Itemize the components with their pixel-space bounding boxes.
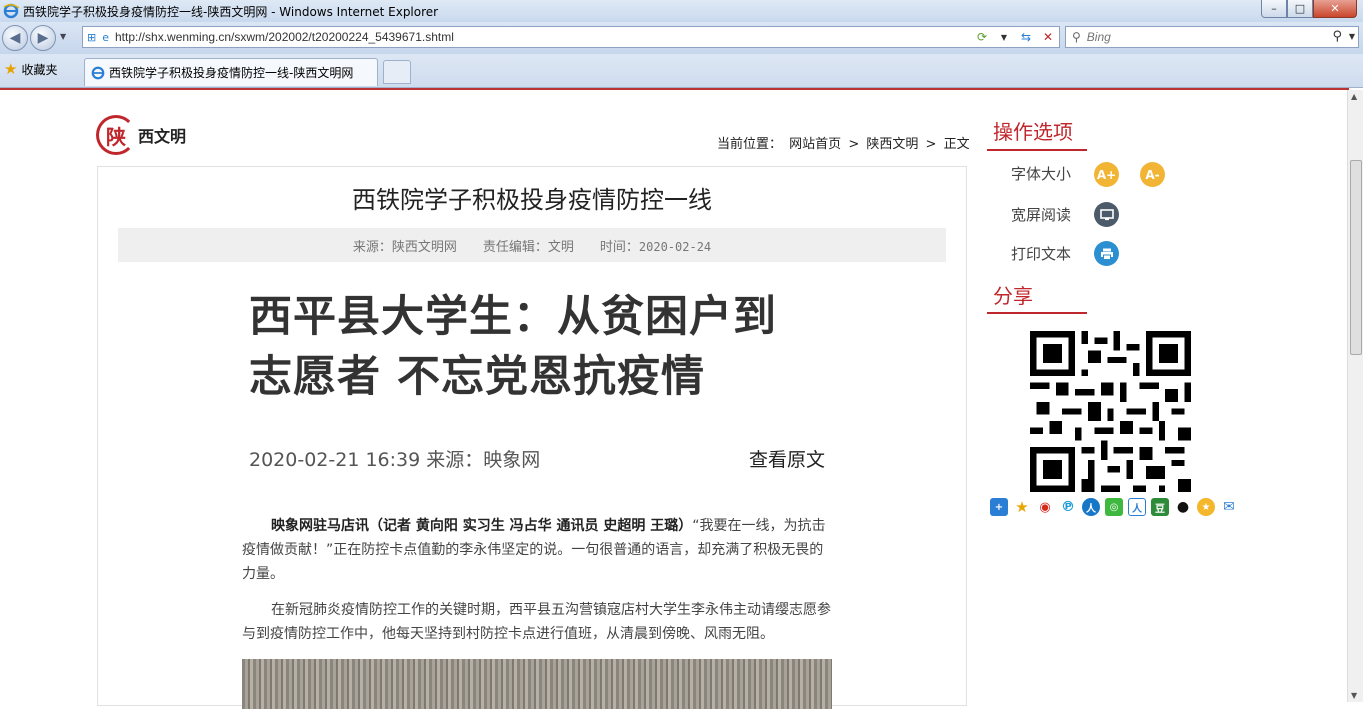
tab-active[interactable]: 西铁院学子积极投身疫情防控一线-陕西文明网 <box>84 58 378 86</box>
scroll-thumb[interactable] <box>1350 160 1362 355</box>
logo-text: 西文明 <box>138 127 187 146</box>
search-box[interactable]: ⚲ ⚲ ▼ <box>1065 26 1359 48</box>
printer-icon[interactable] <box>1094 241 1119 266</box>
pinterest-icon[interactable]: ℗ <box>1059 498 1077 516</box>
maximize-button[interactable]: □ <box>1287 0 1313 18</box>
breadcrumb-separator: > <box>848 137 860 152</box>
breadcrumb-separator: > <box>925 137 937 152</box>
article-time-value: 2020-02-24 <box>638 239 712 254</box>
favorites-star-icon: ★ <box>4 60 18 78</box>
history-dropdown-icon[interactable]: ▼ <box>60 32 66 41</box>
compat-icon[interactable]: ⟳ <box>971 27 993 47</box>
favorite-star-icon[interactable]: ★ <box>1013 498 1031 516</box>
font-decrease-button[interactable]: A- <box>1140 162 1165 187</box>
ie-logo-icon <box>3 3 19 19</box>
article-editor: 责任编辑：文明 <box>482 239 574 255</box>
share-underline <box>987 312 1087 314</box>
breadcrumb: 当前位置： 网站首页 > 陕西文明 > 正文 <box>717 133 973 152</box>
print-label[interactable]: 打印文本 <box>1011 243 1071 264</box>
favorites-label: 收藏夹 <box>21 62 58 77</box>
article-time-label: 时间： <box>599 239 639 255</box>
close-window-button[interactable]: ✕ <box>1313 0 1357 18</box>
favorites-button[interactable]: ★ 收藏夹 <box>4 60 57 78</box>
article-title: 西铁院学子积极投身疫情防控一线 <box>352 186 712 214</box>
url-text[interactable]: http://shx.wenming.cn/sxwm/202002/t20200… <box>115 30 454 44</box>
page-top-divider <box>0 88 1349 90</box>
back-arrow-icon: ◀ <box>9 30 21 46</box>
paragraph-byline: 映象网驻马店讯（记者 黄向阳 实习生 冯占华 通讯员 史超明 王璐） <box>271 518 693 534</box>
breadcrumb-prefix: 当前位置： <box>717 137 783 152</box>
back-button[interactable]: ◀ <box>2 25 28 51</box>
qq-icon[interactable]: ● <box>1174 498 1192 516</box>
email-icon[interactable]: ✉ <box>1220 498 1238 516</box>
qr-code-icon <box>1030 331 1191 492</box>
tab-ie-icon <box>91 66 105 79</box>
embedded-date-source: 2020-02-21 16:39 来源：映象网 <box>249 449 541 471</box>
wide-read-label[interactable]: 宽屏阅读 <box>1011 204 1071 225</box>
renren-icon[interactable]: 人 <box>1128 498 1146 516</box>
tab-title: 西铁院学子积极投身疫情防控一线-陕西文明网 <box>109 66 354 80</box>
embedded-headline: 西平县大学生：从贫困户到 志愿者 不忘党恩抗疫情 <box>249 287 849 407</box>
qzone-icon[interactable]: ★ <box>1197 498 1215 516</box>
plus-share-icon[interactable]: + <box>990 498 1008 516</box>
article-source: 来源：陕西文明网 <box>352 239 457 255</box>
tab-bar: ★ 收藏夹 西铁院学子积极投身疫情防控一线-陕西文明网 <box>0 54 1363 88</box>
article-paragraph-2: 在新冠肺炎疫情防控工作的关键时期，西平县五沟营镇寇店村大学生李永伟主动请缨志愿参… <box>242 602 831 642</box>
forward-button[interactable]: ▶ <box>30 25 56 51</box>
share-icons: + ★ ◉ ℗ 人 ◎ 人 豆 ● ★ ✉ <box>990 498 1243 516</box>
share-heading: 分享 <box>993 284 1033 308</box>
wechat-icon[interactable]: ◎ <box>1105 498 1123 516</box>
vertical-scrollbar[interactable]: ▲ ▼ <box>1347 90 1363 702</box>
scroll-down-icon[interactable]: ▼ <box>1351 691 1357 700</box>
breadcrumb-current: 正文 <box>943 137 970 152</box>
article-meta: 来源：陕西文明网 责任编辑：文明 时间：2020-02-24 <box>118 228 946 262</box>
breadcrumb-section-link[interactable]: 陕西文明 <box>866 137 918 152</box>
search-dropdown-icon[interactable]: ▼ <box>1349 32 1355 41</box>
zhihu-icon[interactable]: 人 <box>1082 498 1100 516</box>
logo-seal: 陕 <box>96 115 136 155</box>
forward-arrow-icon: ▶ <box>37 30 49 46</box>
compat-view-icon[interactable]: ⊞ <box>87 31 96 44</box>
options-underline <box>987 149 1087 151</box>
article-time: 时间：2020-02-24 <box>600 236 711 255</box>
font-size-label: 字体大小 <box>1011 165 1072 183</box>
breadcrumb-home-link[interactable]: 网站首页 <box>789 137 841 152</box>
page-ie-icon: e <box>102 30 109 44</box>
douban-icon[interactable]: 豆 <box>1151 498 1169 516</box>
minimize-button[interactable]: – <box>1261 0 1287 18</box>
options-heading: 操作选项 <box>993 120 1073 144</box>
search-input[interactable] <box>1084 29 1315 45</box>
address-dropdown-icon[interactable]: ▼ <box>993 27 1015 47</box>
site-logo[interactable]: 陕 西文明 <box>96 115 186 155</box>
headline-line-1: 西平县大学生：从贫困户到 <box>249 292 777 342</box>
stop-icon[interactable]: ✕ <box>1037 27 1059 47</box>
headline-line-2: 志愿者 不忘党恩抗疫情 <box>249 352 705 402</box>
monitor-icon[interactable] <box>1094 202 1119 227</box>
article-paragraph-1: 映象网驻马店讯（记者 黄向阳 实习生 冯占华 通讯员 史超明 王璐）“我要在一线… <box>242 514 832 586</box>
scroll-up-icon[interactable]: ▲ <box>1351 92 1357 101</box>
new-tab-button[interactable] <box>383 60 411 84</box>
search-provider-icon: ⚲ <box>1072 30 1081 44</box>
window-title: 西铁院学子积极投身疫情防控一线-陕西文明网 - Windows Internet… <box>23 4 439 19</box>
search-icon[interactable]: ⚲ <box>1332 29 1342 44</box>
font-increase-button[interactable]: A+ <box>1094 162 1119 187</box>
address-bar[interactable]: ⊞ e http://shx.wenming.cn/sxwm/202002/t2… <box>82 26 1060 48</box>
view-original-link[interactable]: 查看原文 <box>749 445 825 472</box>
refresh-icon[interactable]: ⇆ <box>1015 27 1037 47</box>
weibo-icon[interactable]: ◉ <box>1036 498 1054 516</box>
address-toolbar: ◀ ▶ ▼ ⊞ e http://shx.wenming.cn/sxwm/202… <box>0 22 1363 54</box>
title-bar: 西铁院学子积极投身疫情防控一线-陕西文明网 - Windows Internet… <box>0 0 1363 22</box>
